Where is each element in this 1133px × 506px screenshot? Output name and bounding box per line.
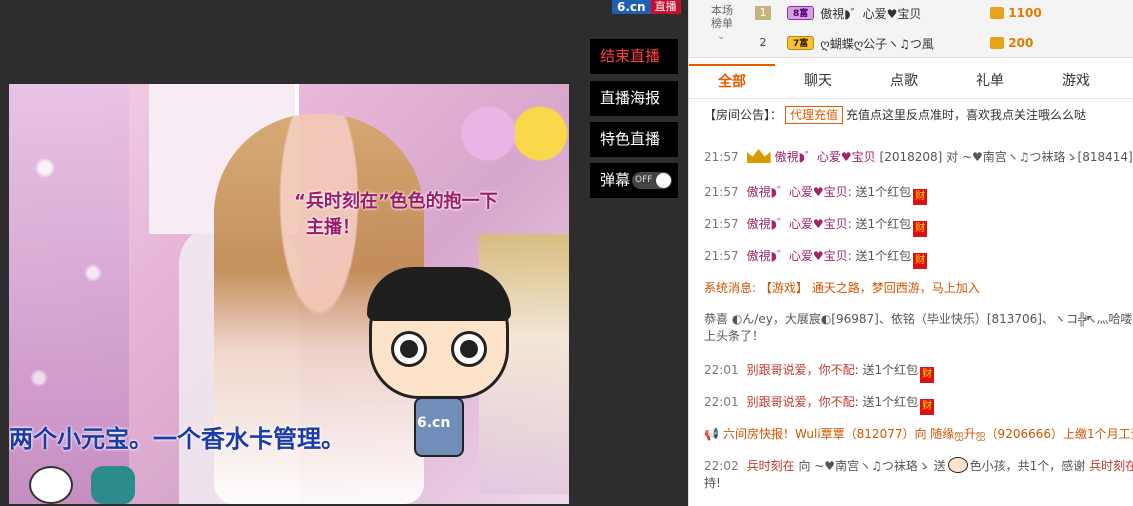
chevron-down-icon[interactable]: ⌄: [717, 31, 725, 42]
mascot-tag: 6.cn: [417, 415, 451, 431]
gift-caption: “兵时刻在”色色的抱一下 主播！: [294, 189, 498, 241]
tab-gifts[interactable]: 礼单: [947, 64, 1033, 98]
chat-list[interactable]: 21:57 傲視◗゛心爱♥宝贝 [2018208] 对 ~♥南宫ヽ♫つ袜珞ゝ[81…: [689, 145, 1133, 506]
mascot-eye-left: [391, 331, 427, 367]
message-time: 22:01: [704, 363, 739, 377]
tab-all[interactable]: 全部: [689, 64, 775, 98]
message-user[interactable]: 傲視◗゛心爱♥宝贝: [747, 185, 848, 199]
kitty-sticker: [29, 466, 73, 504]
message-text: : 送1个红包: [847, 249, 912, 263]
message-user[interactable]: 别跟哥说爱，你不配: [747, 363, 855, 377]
message-time: 22:01: [704, 395, 739, 409]
mascot-eye-right: [451, 331, 487, 367]
live-poster-button[interactable]: 直播海报: [590, 81, 678, 116]
message-user[interactable]: 傲視◗゛心爱♥宝贝: [747, 249, 848, 263]
wealth-badge: 7富: [787, 36, 815, 50]
rank-row[interactable]: 2 7富 ღ蝴蝶ღ公子ヽ♫つ風 200: [755, 30, 1133, 56]
rank-amount: 200: [1008, 36, 1034, 50]
rank-position: 1: [755, 6, 771, 20]
rank-row[interactable]: 1 8富 傲視◗゛心爱♥宝贝 1100: [755, 0, 1133, 26]
headline-message: 恭喜 ◐ん/ey，大展宸◐[96987]、依铭（毕业快乐）[813706]、ヽコ…: [704, 311, 1133, 345]
rank-username[interactable]: ღ蝴蝶ღ公子ヽ♫つ風: [820, 35, 990, 52]
message-time: 22:02: [704, 459, 739, 473]
message-text: [2018208] 对 ~♥南宫ヽ♫つ袜珞ゝ[818414] 说: [879, 150, 1133, 164]
gift-message: 22:02 兵时刻在 向 ~♥南宫ヽ♫つ袜珞ゝ 送色小孩，共1个，感谢 兵时刻在 …: [704, 457, 1133, 492]
red-packet-icon: 财: [913, 253, 928, 269]
message-text: 向 ~♥南宫ヽ♫つ袜珞ゝ 送: [798, 459, 946, 473]
red-packet-icon: 财: [920, 367, 935, 383]
end-live-button[interactable]: 结束直播: [590, 39, 678, 74]
message-user[interactable]: 傲視◗゛心爱♥宝贝: [747, 217, 848, 231]
live-tag: 直播: [650, 0, 681, 14]
red-packet-icon: 财: [920, 399, 935, 415]
chat-message: 22:01 别跟哥说爱，你不配: 送1个红包财: [704, 394, 1133, 415]
danmu-toggle[interactable]: OFF: [632, 172, 672, 189]
chat-message: 21:57 傲視◗゛心爱♥宝贝 [2018208] 对 ~♥南宫ヽ♫つ袜珞ゝ[81…: [704, 149, 1133, 166]
message-user[interactable]: 傲視◗゛心爱♥宝贝: [775, 150, 876, 164]
message-time: 21:57: [704, 185, 739, 199]
chat-message: 21:57 傲視◗゛心爱♥宝贝: 送1个红包财: [704, 248, 1133, 269]
featured-live-button[interactable]: 特色直播: [590, 122, 678, 157]
rank-username[interactable]: 傲視◗゛心爱♥宝贝: [820, 5, 990, 22]
message-time: 21:57: [704, 217, 739, 231]
message-user-end[interactable]: 兵时刻在: [1089, 459, 1133, 473]
message-text: : 送1个红包: [847, 185, 912, 199]
room-notice: 【房间公告】： 代理充值 充值点这里反点准时，喜欢我点关注哦么么哒: [704, 106, 1129, 124]
video-ticker: 两个小元宝。一个香水卡管理。: [9, 425, 345, 453]
site-logo: 6.cn: [612, 0, 651, 14]
chat-tabs: 全部 聊天 点歌 礼单 游戏: [689, 64, 1133, 99]
stage: 6.cn 直播 “兵时刻在”色色的抱一下 主播！ 6.cn 两个小元宝。一个香水…: [0, 0, 688, 506]
notice-label: 【房间公告】：: [704, 108, 783, 122]
message-time: 21:57: [704, 249, 739, 263]
tab-chat[interactable]: 聊天: [775, 64, 861, 98]
plush-toys: [454, 84, 569, 194]
system-label: 系统消息:: [704, 281, 757, 295]
red-packet-icon: 财: [913, 189, 928, 205]
gift-caption-line1: “兵时刻在”色色的抱一下: [294, 191, 498, 212]
broadcast-message: 📢 六间房快报！Wuli覃覃（812077）向 随缘ஐ升ஐ（9206666）上缴1…: [704, 426, 1133, 443]
phone-sticker: [91, 466, 135, 504]
site-brand[interactable]: 6.cn 直播: [612, 0, 681, 14]
notice-text: 充值点这里反点准时，喜欢我点关注哦么么哒: [846, 108, 1087, 122]
agent-recharge-button[interactable]: 代理充值: [785, 106, 844, 124]
headline-line2: 上头条了！: [704, 329, 765, 343]
danmu-label: 弹幕: [600, 171, 631, 189]
message-text: : 送1个红包: [854, 363, 919, 377]
danmu-control: 弹幕 OFF: [590, 163, 678, 198]
message-time: 21:57: [704, 150, 739, 164]
gift-face-icon: [947, 457, 968, 473]
rank-amount: 1100: [1008, 6, 1042, 20]
rank-title: 本场榜单: [711, 4, 733, 30]
broadcast-text: 六间房快报！Wuli覃覃（812077）向 随缘ஐ升ஐ（9206666）上缴1个…: [722, 427, 1133, 441]
headline-line1: 恭喜 ◐ん/ey，大展宸◐[96987]、依铭（毕业快乐）[813706]、ヽコ…: [704, 312, 1133, 326]
danmu-toggle-state: OFF: [635, 175, 653, 185]
tab-games[interactable]: 游戏: [1033, 64, 1119, 98]
message-user[interactable]: 兵时刻在: [747, 459, 795, 473]
chat-message: 21:57 傲視◗゛心爱♥宝贝: 送1个红包财: [704, 216, 1133, 237]
gift-caption-line2: 主播！: [306, 217, 360, 238]
mascot-hair: [367, 267, 511, 321]
tab-songs[interactable]: 点歌: [861, 64, 947, 98]
rank-board: 本场榜单 ⌄ 1 8富 傲視◗゛心爱♥宝贝 1100 2 7富 ღ蝴蝶ღ公子ヽ♫…: [689, 0, 1133, 58]
coin-icon: [990, 7, 1005, 19]
toggle-knob: [656, 173, 671, 188]
message-text-2: 色小孩，共1个，感谢: [969, 459, 1086, 473]
chat-message: 21:57 傲視◗゛心爱♥宝贝: 送1个红包财: [704, 184, 1133, 205]
side-panel: 本场榜单 ⌄ 1 8富 傲視◗゛心爱♥宝贝 1100 2 7富 ღ蝴蝶ღ公子ヽ♫…: [688, 0, 1133, 506]
message-text: : 送1个红包: [854, 395, 919, 409]
red-packet-icon: 财: [913, 221, 928, 237]
message-user[interactable]: 别跟哥说爱，你不配: [747, 395, 855, 409]
chat-message: 22:01 别跟哥说爱，你不配: 送1个红包财: [704, 362, 1133, 383]
coin-icon: [990, 37, 1005, 49]
wealth-badge: 8富: [787, 6, 815, 20]
megaphone-icon: 📢: [704, 427, 719, 441]
system-text[interactable]: 【游戏】 通天之路，梦回西游，马上加入: [760, 281, 980, 295]
system-message: 系统消息: 【游戏】 通天之路，梦回西游，马上加入: [704, 280, 1133, 297]
crown-icon: [746, 149, 771, 163]
live-video[interactable]: “兵时刻在”色色的抱一下 主播！ 6.cn 两个小元宝。一个香水卡管理。: [9, 84, 569, 504]
message-text: : 送1个红包: [847, 217, 912, 231]
rank-position: 2: [759, 36, 767, 49]
message-line2: 持!: [704, 476, 721, 490]
